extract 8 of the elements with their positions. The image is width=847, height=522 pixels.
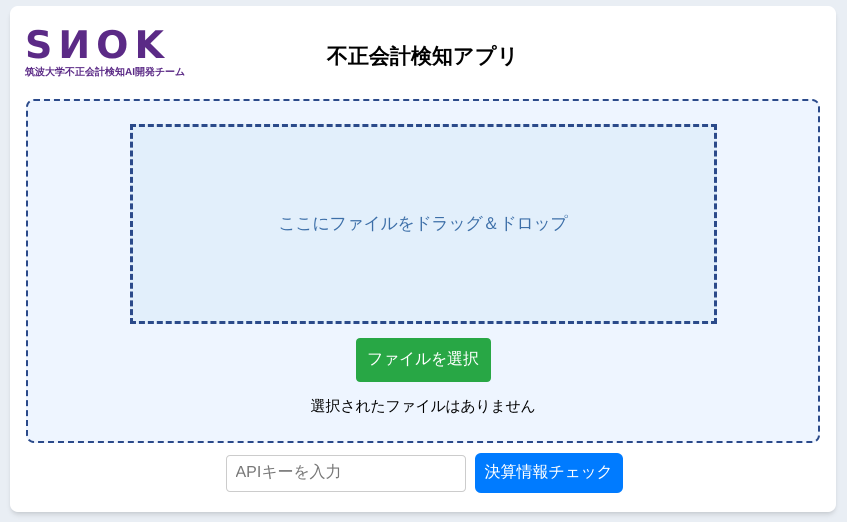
drop-hint: ここにファイルをドラッグ＆ドロップ (278, 213, 568, 236)
drop-zone[interactable]: ここにファイルをドラッグ＆ドロップ (130, 124, 716, 324)
select-file-button[interactable]: ファイルを選択 (356, 338, 490, 382)
file-status: 選択されたファイルはありません (310, 397, 536, 417)
logo-subtitle: 筑波大学不正会計検知AI開発チーム (25, 67, 185, 79)
check-button[interactable]: 決算情報チェック (474, 453, 622, 493)
logo: SИOK (25, 28, 171, 62)
api-key-field[interactable]: APIキーを入力 (226, 454, 466, 492)
